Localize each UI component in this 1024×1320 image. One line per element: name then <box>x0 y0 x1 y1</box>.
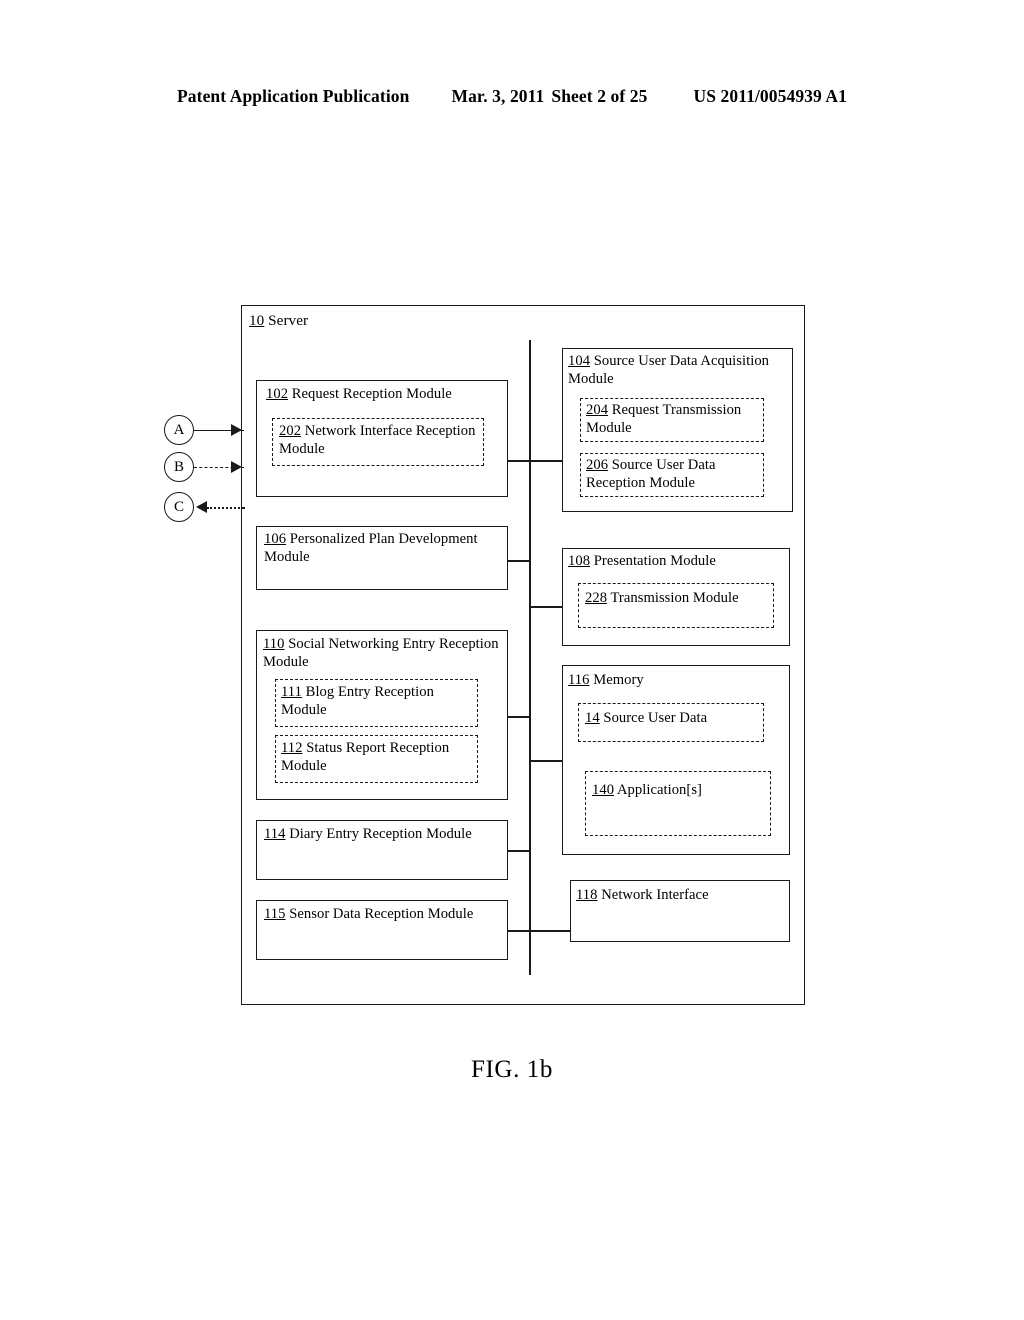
connector-line-c <box>207 507 244 509</box>
module-text-111: Blog Entry Reception Module <box>281 684 434 719</box>
module-label-14: 14 Source User Data <box>585 709 765 727</box>
module-text-202: Network Interface Reception Module <box>279 423 476 458</box>
module-label-102: 102 Request Reception Module <box>266 385 502 403</box>
connector-node-c-label: C <box>173 498 184 515</box>
connector-arrow-a <box>231 424 242 436</box>
module-label-111: 111 Blog Entry Reception Module <box>281 683 477 720</box>
connector-arrow-c <box>196 501 207 513</box>
branch-106-to-bus <box>508 560 530 562</box>
module-label-108: 108 Presentation Module <box>568 552 788 570</box>
module-ref-140: 140 <box>592 782 615 798</box>
module-text-14: Source User Data <box>603 710 708 726</box>
module-ref-202: 202 <box>279 423 302 439</box>
connector-node-c: C <box>164 492 194 522</box>
module-ref-104: 104 <box>568 353 591 369</box>
module-label-114: 114 Diary Entry Reception Module <box>264 825 506 843</box>
header-publication: Patent Application Publication <box>177 86 410 106</box>
module-label-104: 104 Source User Data Acquisition Module <box>568 352 792 389</box>
branch-102-to-bus <box>508 460 530 462</box>
module-label-206: 206 Source User Data Reception Module <box>586 456 766 493</box>
module-text-228: Transmission Module <box>610 590 739 606</box>
module-text-106: Personalized Plan Development Module <box>264 531 478 566</box>
module-ref-14: 14 <box>585 710 600 726</box>
connector-node-b-label: B <box>173 458 184 475</box>
module-label-204: 204 Request Transmission Module <box>586 401 766 438</box>
module-ref-206: 206 <box>586 457 609 473</box>
branch-bus-to-116 <box>530 760 562 762</box>
module-ref-102: 102 <box>266 386 289 402</box>
module-text-112: Status Report Reception Module <box>281 740 450 775</box>
module-text-118: Network Interface <box>601 887 709 903</box>
branch-bus-to-108 <box>530 606 562 608</box>
module-ref-115: 115 <box>264 906 286 922</box>
branch-115-to-bus <box>508 930 530 932</box>
module-label-106: 106 Personalized Plan Development Module <box>264 530 506 567</box>
module-ref-118: 118 <box>576 887 598 903</box>
module-ref-116: 116 <box>568 672 590 688</box>
server-ref: 10 <box>249 312 265 329</box>
connector-node-a: A <box>164 415 194 445</box>
module-text-140: Application[s] <box>616 782 702 798</box>
module-ref-108: 108 <box>568 553 591 569</box>
module-label-115: 115 Sensor Data Reception Module <box>264 905 506 923</box>
branch-110-to-bus <box>508 716 530 718</box>
module-label-228: 228 Transmission Module <box>585 589 775 607</box>
branch-114-to-bus <box>508 850 530 852</box>
connector-line-c-stub <box>243 507 245 509</box>
module-label-118: 118 Network Interface <box>576 886 788 904</box>
module-text-102: Request Reception Module <box>291 386 452 402</box>
module-ref-106: 106 <box>264 531 287 547</box>
module-ref-112: 112 <box>281 740 303 756</box>
branch-bus-to-104 <box>530 460 562 462</box>
module-text-204: Request Transmission Module <box>586 402 742 437</box>
module-ref-110: 110 <box>263 636 285 652</box>
module-text-108: Presentation Module <box>593 553 716 569</box>
module-label-140: 140 Application[s] <box>592 781 772 799</box>
header-date: Mar. 3, 2011 <box>451 86 545 106</box>
connector-node-a-label: A <box>173 421 185 438</box>
module-text-104: Source User Data Acquisition Module <box>568 353 770 388</box>
module-label-110: 110 Social Networking Entry Reception Mo… <box>263 635 503 672</box>
figure-caption: FIG. 1b <box>471 1056 553 1083</box>
server-label-text: Server <box>268 312 309 329</box>
connector-node-b: B <box>164 452 194 482</box>
module-text-114: Diary Entry Reception Module <box>289 826 472 842</box>
module-label-116: 116 Memory <box>568 671 788 689</box>
module-text-116: Memory <box>593 672 644 688</box>
bus-jog-110-116 <box>529 716 531 760</box>
module-label-112: 112 Status Report Reception Module <box>281 739 477 776</box>
module-text-115: Sensor Data Reception Module <box>289 906 474 922</box>
header-patent-number: US 2011/0054939 A1 <box>693 86 847 106</box>
server-container-label: 10 Server <box>249 312 308 330</box>
module-label-202: 202 Network Interface Reception Module <box>279 422 483 459</box>
module-ref-228: 228 <box>585 590 608 606</box>
bus-jog-106-108 <box>529 560 531 606</box>
module-ref-204: 204 <box>586 402 609 418</box>
connector-arrow-b <box>231 461 242 473</box>
page-header: Patent Application Publication Mar. 3, 2… <box>0 86 1024 107</box>
bus-jog-114-118 <box>529 850 531 930</box>
module-ref-114: 114 <box>264 826 286 842</box>
branch-bus-to-118 <box>530 930 570 932</box>
module-ref-111: 111 <box>281 684 302 700</box>
module-text-110: Social Networking Entry Reception Module <box>263 636 499 671</box>
header-sheet: Sheet 2 of 25 <box>551 86 648 106</box>
